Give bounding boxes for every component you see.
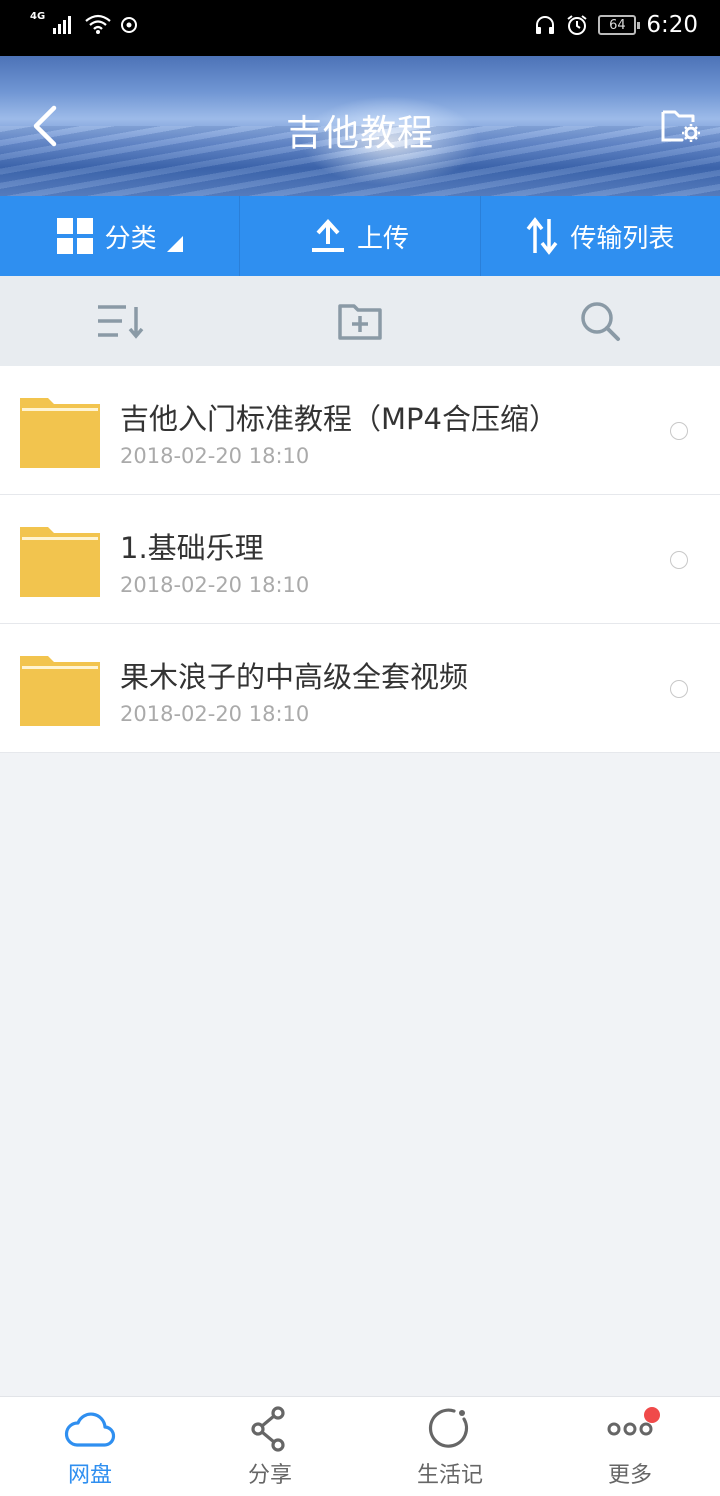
category-button[interactable]: 分类 bbox=[0, 196, 241, 276]
select-checkbox[interactable] bbox=[670, 551, 688, 569]
new-folder-icon bbox=[338, 304, 382, 340]
nav-item-life-notes[interactable]: 生活记 bbox=[360, 1397, 540, 1496]
page-title: 吉他教程 bbox=[285, 113, 434, 154]
file-list: 吉他入门标准教程（MP4合压缩） 2018-02-20 18:10 1.基础乐理… bbox=[0, 366, 720, 753]
select-checkbox[interactable] bbox=[670, 422, 688, 440]
sort-icon bbox=[98, 305, 144, 339]
file-name: 1.基础乐理 bbox=[120, 531, 264, 565]
headphones-icon bbox=[536, 16, 555, 34]
nav-item-more[interactable]: 更多 bbox=[540, 1397, 720, 1496]
file-name: 果木浪子的中高级全套视频 bbox=[120, 660, 469, 694]
dropdown-caret-icon bbox=[166, 236, 183, 252]
upload-label: 上传 bbox=[356, 223, 409, 254]
new-folder-button[interactable] bbox=[240, 276, 480, 366]
battery-indicator: 64 bbox=[598, 15, 641, 35]
nav-label: 更多 bbox=[607, 1462, 652, 1488]
upload-icon bbox=[311, 219, 344, 252]
life-notes-icon bbox=[428, 1408, 469, 1448]
nav-label: 分享 bbox=[247, 1462, 292, 1488]
header: 吉他教程 bbox=[0, 56, 720, 196]
sort-button[interactable] bbox=[0, 276, 240, 366]
list-item[interactable]: 果木浪子的中高级全套视频 2018-02-20 18:10 bbox=[0, 624, 720, 753]
folder-icon bbox=[20, 398, 100, 468]
folder-icon bbox=[20, 527, 100, 597]
bottom-nav: 网盘 分享 生活记 更多 bbox=[0, 1396, 720, 1496]
share-icon bbox=[251, 1405, 285, 1452]
search-button[interactable] bbox=[480, 276, 720, 366]
select-checkbox[interactable] bbox=[670, 680, 688, 698]
status-bar: 4G 64 6:20 bbox=[0, 0, 720, 56]
file-name: 吉他入门标准教程（MP4合压缩） bbox=[120, 402, 558, 436]
nav-label: 网盘 bbox=[67, 1462, 112, 1488]
folder-settings-icon bbox=[661, 110, 700, 142]
status-right: 64 6:20 bbox=[534, 12, 698, 38]
nav-item-netdisk[interactable]: 网盘 bbox=[0, 1397, 180, 1496]
grid-icon bbox=[56, 218, 93, 254]
toolbar: 分类 上传 传输列表 bbox=[0, 196, 720, 276]
network-type: 4G bbox=[30, 10, 46, 22]
list-item[interactable]: 1.基础乐理 2018-02-20 18:10 bbox=[0, 495, 720, 624]
notification-badge bbox=[644, 1407, 660, 1423]
nav-item-share[interactable]: 分享 bbox=[180, 1397, 360, 1496]
category-label: 分类 bbox=[104, 223, 157, 254]
status-left: 4G bbox=[30, 10, 139, 34]
folder-icon bbox=[20, 656, 100, 726]
folder-settings-button[interactable] bbox=[660, 104, 702, 146]
transfer-list-button[interactable]: 传输列表 bbox=[481, 196, 720, 276]
clock: 6:20 bbox=[646, 12, 698, 38]
sync-icon bbox=[121, 17, 138, 33]
file-date: 2018-02-20 18:10 bbox=[120, 702, 310, 726]
file-date: 2018-02-20 18:10 bbox=[120, 444, 310, 468]
search-icon bbox=[581, 302, 620, 341]
nav-label: 生活记 bbox=[416, 1462, 483, 1488]
list-item[interactable]: 吉他入门标准教程（MP4合压缩） 2018-02-20 18:10 bbox=[0, 366, 720, 495]
transfer-arrows-icon bbox=[526, 217, 558, 255]
file-date: 2018-02-20 18:10 bbox=[120, 573, 310, 597]
cell-signal-icon bbox=[53, 16, 72, 34]
alarm-icon bbox=[567, 15, 587, 35]
action-bar bbox=[0, 276, 720, 366]
wifi-icon bbox=[85, 14, 111, 34]
transfer-list-label: 传输列表 bbox=[570, 223, 675, 254]
upload-button[interactable]: 上传 bbox=[240, 196, 481, 276]
cloud-icon bbox=[64, 1412, 116, 1447]
